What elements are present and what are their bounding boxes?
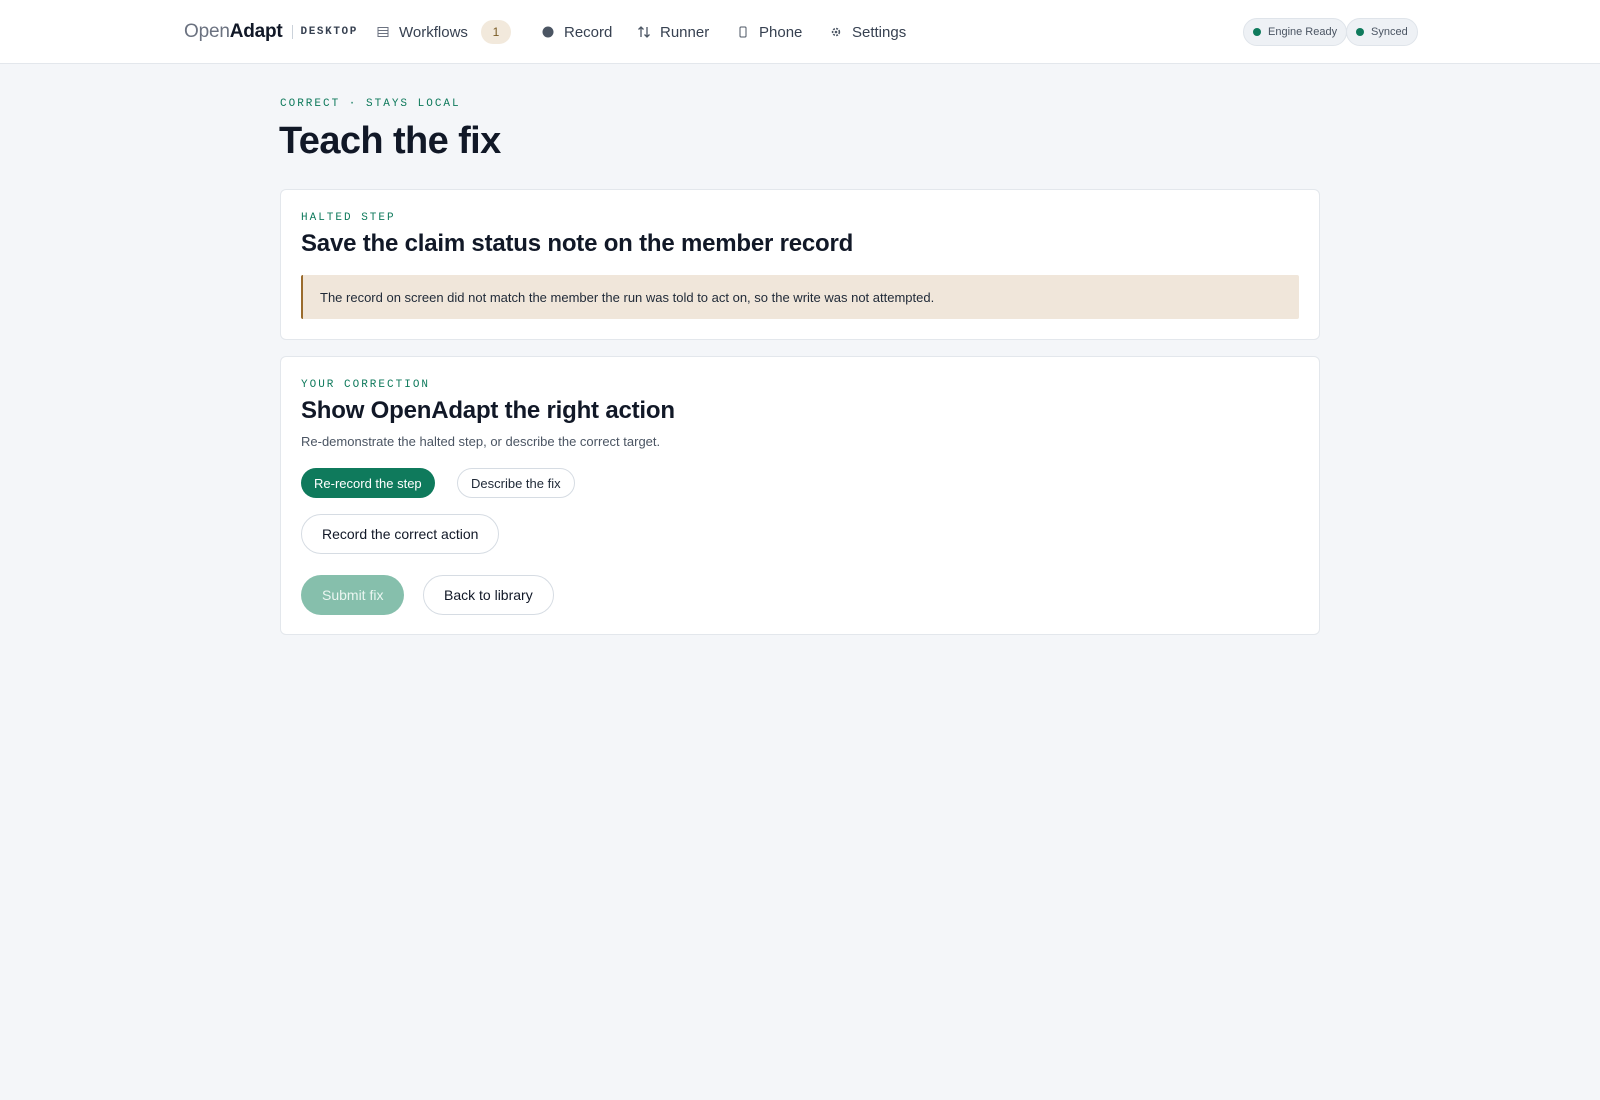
status-dot-icon bbox=[1253, 28, 1261, 36]
page-eyebrow: CORRECT · STAYS LOCAL bbox=[280, 98, 461, 110]
halted-step-eyebrow: HALTED STEP bbox=[301, 212, 396, 224]
correction-eyebrow: YOUR CORRECTION bbox=[301, 379, 431, 391]
nav-item-settings[interactable]: Settings bbox=[829, 20, 906, 44]
correction-description: Re-demonstrate the halted step, or descr… bbox=[301, 434, 661, 449]
nav-item-record[interactable]: Record bbox=[541, 20, 612, 44]
submit-fix-button[interactable]: Submit fix bbox=[301, 575, 405, 615]
engine-status-label: Engine Ready bbox=[1268, 26, 1338, 38]
page-title: Teach the fix bbox=[279, 120, 501, 162]
nav-label-runner: Runner bbox=[660, 23, 710, 41]
nav-label-record: Record bbox=[564, 23, 613, 41]
halted-step-card: HALTED STEP Save the claim status note o… bbox=[280, 189, 1320, 340]
brand-name-open: Open bbox=[184, 21, 230, 42]
brand-name-adapt: Adapt bbox=[229, 21, 283, 42]
status-dot-icon bbox=[1356, 28, 1364, 36]
nav-item-workflows[interactable]: Workflows 1 bbox=[376, 20, 511, 44]
halted-step-title: Save the claim status note on the member… bbox=[301, 230, 854, 257]
top-navigation-bar: Open Adapt DESKTOP Workflows 1 Record Ru… bbox=[0, 0, 1600, 64]
correction-title: Show OpenAdapt the right action bbox=[301, 397, 675, 424]
engine-status-badge: Engine Ready bbox=[1243, 18, 1348, 46]
mode-rerecord-button[interactable]: Re-record the step bbox=[301, 468, 435, 498]
sync-status-badge: Synced bbox=[1346, 18, 1418, 46]
list-icon bbox=[376, 25, 390, 39]
record-correct-action-button[interactable]: Record the correct action bbox=[301, 514, 500, 554]
nav-item-runner[interactable]: Runner bbox=[637, 20, 709, 44]
gear-icon bbox=[829, 25, 843, 39]
nav-label-phone: Phone bbox=[759, 23, 803, 41]
brand-divider bbox=[291, 25, 293, 39]
swap-arrows-icon bbox=[637, 25, 651, 39]
brand-logo[interactable]: Open Adapt DESKTOP bbox=[184, 18, 358, 46]
nav-label-settings: Settings bbox=[852, 23, 907, 41]
correction-card: YOUR CORRECTION Show OpenAdapt the right… bbox=[280, 356, 1320, 635]
nav-label-workflows: Workflows bbox=[399, 23, 468, 41]
halt-reason-alert: The record on screen did not match the m… bbox=[301, 275, 1299, 319]
sync-status-label: Synced bbox=[1371, 26, 1408, 38]
phone-icon bbox=[736, 25, 750, 39]
record-dot-icon bbox=[541, 25, 555, 39]
mode-describe-button[interactable]: Describe the fix bbox=[457, 468, 575, 498]
back-to-library-button[interactable]: Back to library bbox=[423, 575, 554, 615]
nav-item-phone[interactable]: Phone bbox=[736, 20, 802, 44]
workflows-count-badge: 1 bbox=[480, 20, 511, 44]
brand-tag: DESKTOP bbox=[300, 26, 358, 38]
